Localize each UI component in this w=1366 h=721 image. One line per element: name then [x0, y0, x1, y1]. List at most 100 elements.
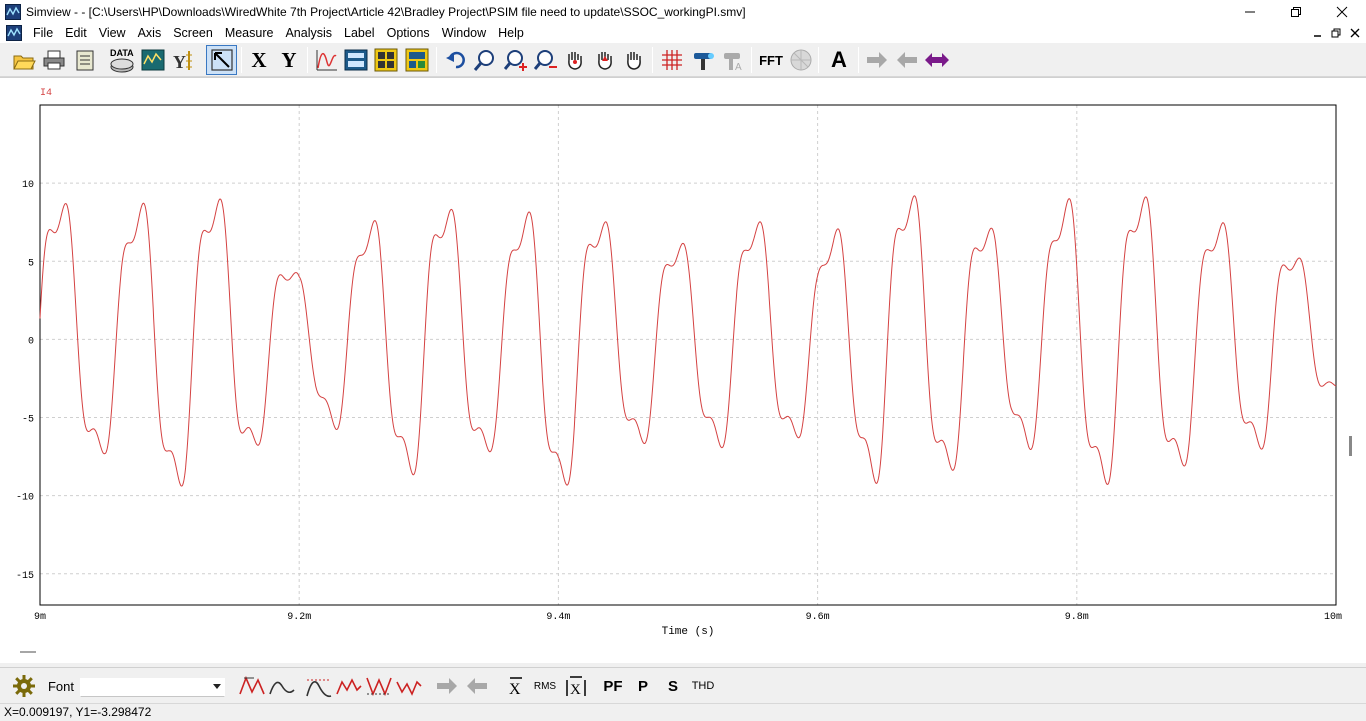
plot-window[interactable]: I4 10 5 0 -5 -10 -15 9m 9.2m 9.4m 9.6m 9.8m 10m Ti…: [0, 77, 1366, 663]
arrow-left-button[interactable]: [893, 46, 921, 74]
window-title: Simview - - [C:\Users\HP\Downloads\Wired…: [26, 4, 746, 19]
grid-toggle-button[interactable]: [658, 46, 686, 74]
max-icon: [306, 679, 332, 698]
y-axis-settings-button[interactable]: Y: [169, 46, 197, 74]
pan-grab-button[interactable]: [561, 46, 589, 74]
x-axis-ticks: 9m 9.2m 9.4m 9.6m 9.8m 10m: [34, 612, 1342, 623]
power-factor-button[interactable]: PF: [598, 672, 628, 700]
restore-button[interactable]: [1273, 0, 1319, 23]
font-select[interactable]: [80, 678, 225, 697]
arrow-right-button[interactable]: [863, 46, 891, 74]
min-marker-button[interactable]: [394, 672, 424, 700]
mean-button[interactable]: X: [503, 672, 529, 700]
menu-file[interactable]: File: [28, 23, 60, 43]
minimize-button[interactable]: [1227, 0, 1273, 23]
open-button[interactable]: [10, 46, 38, 74]
zoom-in-icon: [504, 50, 527, 71]
minimize-icon: [1245, 11, 1255, 12]
x-tick-label: 9.8m: [1065, 612, 1089, 623]
font-button[interactable]: Font: [44, 672, 78, 700]
arrow-left-icon: [897, 52, 917, 68]
clipboard-button[interactable]: [71, 46, 99, 74]
min-icon: [366, 677, 392, 697]
x-tick-label: 9.4m: [546, 612, 570, 623]
print-button[interactable]: [40, 46, 68, 74]
undo-icon: [446, 51, 465, 69]
svg-text:DATA: DATA: [110, 48, 134, 58]
max-marker-icon: [336, 678, 362, 695]
menu-measure[interactable]: Measure: [220, 23, 281, 43]
menu-options[interactable]: Options: [382, 23, 437, 43]
x-axis-button[interactable]: X: [245, 46, 273, 74]
mdi-restore-button[interactable]: [1328, 25, 1344, 41]
settings-button[interactable]: [10, 672, 38, 700]
grid-display-button[interactable]: [372, 46, 400, 74]
fft-button[interactable]: FFT: [755, 46, 787, 74]
document-icon[interactable]: [6, 25, 22, 41]
panel-icon: [405, 48, 429, 72]
marker-disabled-button[interactable]: A: [719, 46, 747, 74]
mean-icon: X: [509, 677, 522, 698]
zoom-out-button[interactable]: [532, 46, 560, 74]
menu-analysis[interactable]: Analysis: [280, 23, 339, 43]
max-button[interactable]: [304, 672, 334, 700]
menu-window[interactable]: Window: [437, 23, 493, 43]
pan-up-button[interactable]: [591, 46, 619, 74]
signal-trace-i4: [39, 195, 1337, 487]
hand-button[interactable]: [620, 46, 648, 74]
menu-help[interactable]: Help: [493, 23, 531, 43]
menu-label[interactable]: Label: [339, 23, 382, 43]
panel-button[interactable]: [403, 46, 431, 74]
toolbar-separator: [652, 47, 653, 73]
x-tick-label: 9.6m: [806, 612, 830, 623]
toolbar-separator: [307, 47, 308, 73]
plot-grid: [40, 105, 1336, 605]
fft-disabled-button[interactable]: [787, 46, 815, 74]
select-pointer-icon: [210, 49, 233, 71]
print-icon: [43, 50, 65, 70]
menu-edit[interactable]: Edit: [60, 23, 94, 43]
font-label: Font: [47, 678, 74, 694]
peak-up-button[interactable]: [237, 672, 267, 700]
toolbar-separator: [436, 47, 437, 73]
menu-bar: File Edit View Axis Screen Measure Analy…: [0, 23, 1366, 43]
real-power-button[interactable]: P: [630, 672, 656, 700]
marker-button[interactable]: [689, 46, 717, 74]
chart-icon: [141, 49, 165, 71]
abs-mean-button[interactable]: X: [562, 672, 590, 700]
rms-button[interactable]: RMS: [530, 672, 560, 700]
menu-view[interactable]: View: [94, 23, 133, 43]
previous-button[interactable]: [463, 672, 491, 700]
thd-button[interactable]: THD: [688, 672, 718, 700]
waveform-plot[interactable]: I4 10 5 0 -5 -10 -15 9m 9.2m 9.4m 9.6m 9.8m 10m Ti…: [0, 78, 1366, 664]
chevron-down-icon: [213, 684, 221, 689]
pan-up-icon: [598, 52, 612, 70]
text-button[interactable]: A: [825, 46, 853, 74]
peak-down-button[interactable]: [267, 672, 297, 700]
undo-button[interactable]: [442, 46, 470, 74]
measure-table-button[interactable]: [342, 46, 370, 74]
menu-screen[interactable]: Screen: [168, 23, 220, 43]
min-button[interactable]: [364, 672, 394, 700]
menu-axis[interactable]: Axis: [133, 23, 169, 43]
chart-button[interactable]: [139, 46, 167, 74]
zoom-button[interactable]: [471, 46, 499, 74]
close-button[interactable]: [1319, 0, 1365, 23]
mdi-minimize-button[interactable]: [1310, 25, 1326, 41]
y-axis-label: Y: [281, 47, 297, 72]
grid-toggle-icon: [662, 50, 682, 70]
next-button[interactable]: [433, 672, 461, 700]
zoom-in-button[interactable]: [502, 46, 530, 74]
max-marker-button[interactable]: [334, 672, 364, 700]
mdi-close-button[interactable]: [1347, 25, 1363, 41]
restore-icon: [1331, 28, 1341, 38]
waveform-button[interactable]: [313, 46, 341, 74]
x-tick-label: 10m: [1324, 612, 1342, 623]
select-pointer-button[interactable]: [206, 45, 237, 75]
apparent-power-button[interactable]: S: [660, 672, 686, 700]
arrow-both-button[interactable]: [923, 46, 951, 74]
data-button[interactable]: DATA: [108, 46, 136, 74]
vertical-resize-handle[interactable]: [1349, 436, 1352, 456]
y-axis-button[interactable]: Y: [275, 46, 303, 74]
text-label: A: [831, 47, 847, 72]
